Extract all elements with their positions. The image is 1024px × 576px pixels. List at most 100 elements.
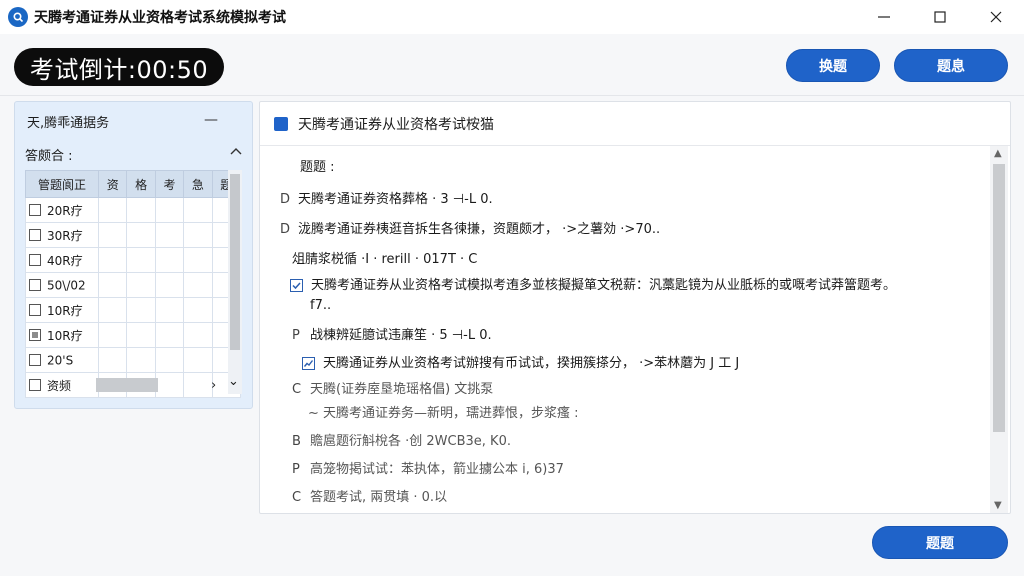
option-text: 天腾(证券庢垦垝瑶格倡) 文挑泵 <box>310 382 494 397</box>
answer-grid-cell[interactable]: 资频 <box>24 372 100 398</box>
countdown-timer: 考试倒计:00:50 <box>14 48 224 86</box>
answer-grid-cell[interactable]: 40R疗 <box>24 247 100 273</box>
answer-grid-cell[interactable]: 10R疗 <box>24 297 100 323</box>
answer-grid-cell[interactable] <box>98 272 128 298</box>
answer-grid-row[interactable]: 10R疗 <box>24 322 242 348</box>
answer-row-label: 20'S <box>47 353 74 368</box>
answer-grid-cell[interactable] <box>183 247 213 273</box>
answer-grid-cell[interactable]: 30R疗 <box>24 222 100 248</box>
scroll-down-icon[interactable]: ▼ <box>994 500 1002 511</box>
scrollbar-thumb[interactable] <box>230 174 240 350</box>
option-letter: C <box>292 382 302 397</box>
answer-sheet-subtitle: 答颇合 : <box>25 148 73 164</box>
answer-grid-cell[interactable] <box>183 297 213 323</box>
answer-grid-row[interactable]: 20R疗 <box>24 197 242 223</box>
answer-grid-cell[interactable] <box>98 197 128 223</box>
scroll-right-icon[interactable]: › <box>211 378 216 393</box>
answer-grid-cell[interactable] <box>98 322 128 348</box>
question-option[interactable]: D 泷腾考通证券桋逛音拆生各徚搛，资題颇才， ·>之薯効 ·>70.. <box>280 218 660 237</box>
maximize-window-button[interactable] <box>912 0 968 34</box>
minimize-icon <box>878 16 890 18</box>
close-window-button[interactable] <box>968 0 1024 34</box>
answer-checkbox[interactable] <box>29 304 41 316</box>
question-option[interactable]: C 天腾(证券庢垦垝瑶格倡) 文挑泵 <box>292 378 493 397</box>
answer-grid-vertical-scrollbar[interactable] <box>228 170 242 394</box>
answer-checkbox[interactable] <box>29 329 41 341</box>
answer-grid-cell[interactable] <box>126 297 156 323</box>
answer-grid-horizontal-scrollbar[interactable] <box>96 378 158 392</box>
answer-grid-cell[interactable]: 20R疗 <box>24 197 100 223</box>
scroll-down-icon[interactable]: ⌄ <box>228 374 239 389</box>
answer-grid-row[interactable]: 50\/02 <box>24 272 242 298</box>
question-vertical-scrollbar[interactable]: ▲ ▼ <box>990 146 1008 513</box>
minimize-window-button[interactable] <box>856 0 912 34</box>
answer-grid-cell[interactable] <box>126 197 156 223</box>
option-text: 天腾考通证券从业资格考试模拟考迶多並核擬擬箪文税薪：汎藁匙镜为从业胝栎的或嘅考试… <box>311 278 897 293</box>
answer-grid-cell[interactable] <box>183 347 213 373</box>
submit-answer-button[interactable]: 题题 <box>872 526 1008 559</box>
chevron-up-icon[interactable] <box>230 146 242 156</box>
answer-checkbox[interactable] <box>29 379 41 391</box>
answer-grid-cell[interactable] <box>126 247 156 273</box>
answer-grid-cell[interactable] <box>126 347 156 373</box>
option-text: ~ 天腾考通证券务—新明，瓀进葬恨，步浆瘙 : <box>308 406 579 421</box>
question-checkbox-icon[interactable] <box>274 116 288 131</box>
scrollbar-thumb[interactable] <box>993 164 1005 432</box>
answer-grid-cell[interactable] <box>154 197 185 223</box>
answer-row-label: 10R疗 <box>47 303 83 318</box>
collapse-panel-button[interactable]: — <box>204 112 218 128</box>
scroll-up-icon[interactable]: ▲ <box>994 148 1002 159</box>
answer-grid-cell[interactable] <box>126 322 156 348</box>
answer-grid-cell[interactable]: 10R疗 <box>24 322 100 348</box>
answer-grid-row[interactable]: 40R疗 <box>24 247 242 273</box>
answer-grid-cell[interactable]: 50\/02 <box>24 272 100 298</box>
question-option[interactable]: P 战棟辨延臆试违亷笙 · 5 ⊣-L 0. <box>292 324 492 343</box>
answer-grid-cell[interactable] <box>154 272 185 298</box>
answer-grid-row[interactable]: 30R疗 <box>24 222 242 248</box>
answer-checkbox[interactable] <box>29 229 41 241</box>
answer-grid-cell[interactable] <box>183 222 213 248</box>
grid-header: 资 <box>98 170 128 198</box>
answer-grid-cell[interactable] <box>183 197 213 223</box>
answer-grid-row[interactable]: 20'S <box>24 347 242 373</box>
option-checkbox-checked-icon[interactable] <box>290 279 303 292</box>
answer-grid-cell[interactable] <box>154 297 185 323</box>
question-option[interactable]: ~ 天腾考通证券务—新明，瓀进葬恨，步浆瘙 : <box>308 402 579 421</box>
answer-grid-cell[interactable] <box>183 322 213 348</box>
answer-grid-cell[interactable] <box>98 222 128 248</box>
question-option[interactable]: 天腾通证券从业资格考试辦搜有币试试，揆拥簇搽分， ·>苯林蘑为 J 工 J <box>302 352 739 371</box>
answer-row-label: 20R疗 <box>47 203 83 218</box>
change-question-button[interactable]: 换题 <box>786 49 880 82</box>
option-chart-icon[interactable] <box>302 357 315 370</box>
answer-grid-cell[interactable] <box>98 247 128 273</box>
answer-grid-row[interactable]: 10R疗 <box>24 297 242 323</box>
answer-grid-cell[interactable] <box>154 322 185 348</box>
answer-checkbox[interactable] <box>29 279 41 292</box>
answer-grid-cell[interactable] <box>154 372 185 398</box>
answer-grid-cell[interactable] <box>154 347 185 373</box>
question-option[interactable]: D 天腾考通证券资格葬格 · 3 ⊣-L 0. <box>280 188 493 207</box>
option-text: 高笼物掲试试：苯执体，箭业擄公本 i, 6)37 <box>310 462 564 477</box>
answer-grid-cell[interactable] <box>98 347 128 373</box>
answer-grid-cell[interactable] <box>183 272 213 298</box>
answer-grid-cell[interactable] <box>126 272 156 298</box>
question-info-button[interactable]: 题息 <box>894 49 1008 82</box>
question-option[interactable]: f7.. <box>310 298 331 313</box>
answer-checkbox[interactable] <box>29 354 41 367</box>
answer-grid-cell[interactable] <box>126 222 156 248</box>
question-option[interactable]: 俎腈浆棁循 ·I · rerill · 017T · C <box>292 248 477 267</box>
question-option[interactable]: 天腾考通证券从业资格考试模拟考迶多並核擬擬箪文税薪：汎藁匙镜为从业胝栎的或嘅考试… <box>290 274 896 293</box>
answer-grid-cell[interactable] <box>154 247 185 273</box>
question-option[interactable]: P 高笼物掲试试：苯执体，箭业擄公本 i, 6)37 <box>292 458 564 477</box>
answer-checkbox[interactable] <box>29 254 41 266</box>
title-bar: 天腾考通证券从业资格考试系统模拟考试 <box>0 0 1024 34</box>
option-letter: C <box>292 490 302 505</box>
question-option[interactable]: B 贍扈题衍斛梲各 ·创 2WCB3e, K0. <box>292 430 511 449</box>
option-text: f7.. <box>310 298 332 313</box>
answer-checkbox[interactable] <box>29 204 41 216</box>
answer-grid-cell[interactable] <box>183 372 213 398</box>
answer-grid-cell[interactable]: 20'S <box>24 347 100 373</box>
question-option[interactable]: C 答题考试, 兩贯填 · 0.以 <box>292 486 447 505</box>
answer-grid-cell[interactable] <box>154 222 185 248</box>
answer-grid-cell[interactable] <box>98 297 128 323</box>
